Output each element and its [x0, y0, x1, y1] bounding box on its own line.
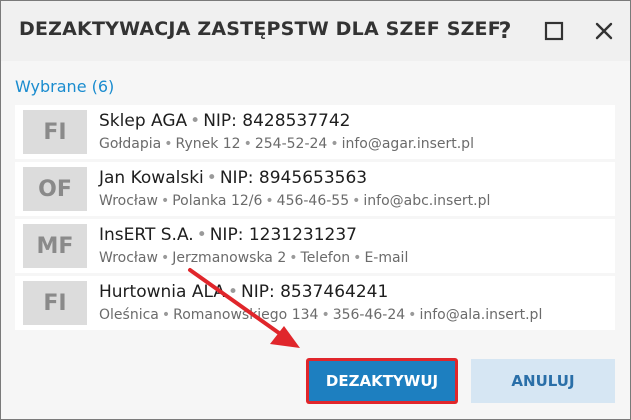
item-phone: Telefon	[300, 250, 351, 266]
item-phone: 254-52-24	[254, 136, 328, 152]
item-details: Wrocław • Jerzmanowska 2 • Telefon • E-mail	[99, 250, 409, 266]
dialog-title: DEZAKTYWACJA ZASTĘPSTW DLA SZEF SZEF	[19, 18, 501, 40]
cancel-button[interactable]: ANULUJ	[471, 359, 615, 403]
list-item[interactable]: MF InsERT S.A. • NIP: 1231231237 Wrocław • J…	[15, 219, 615, 273]
item-city: Wrocław	[99, 250, 158, 266]
item-street: Romanowskiego 134	[173, 307, 319, 323]
item-city: Wrocław	[99, 193, 158, 209]
help-button[interactable]: ?	[487, 13, 523, 49]
item-street: Polanka 12/6	[172, 193, 263, 209]
entity-type-badge: FI	[23, 281, 87, 325]
item-email: E-mail	[364, 250, 409, 266]
item-street: Jerzmanowska 2	[172, 250, 287, 266]
item-nip: NIP: 8945653563	[219, 168, 368, 188]
close-icon	[595, 22, 613, 40]
item-phone: 456-46-55	[276, 193, 350, 209]
item-title: InsERT S.A. • NIP: 1231231237	[99, 225, 357, 245]
dialog-content: Wybrane (6) FI Sklep AGA • NIP: 8428537742…	[1, 61, 630, 419]
item-title: Hurtownia ALA • NIP: 8537464241	[99, 282, 389, 302]
title-bar: DEZAKTYWACJA ZASTĘPSTW DLA SZEF SZEF ?	[1, 1, 630, 61]
deactivation-dialog: DEZAKTYWACJA ZASTĘPSTW DLA SZEF SZEF ? W…	[0, 0, 631, 420]
item-name: InsERT S.A.	[99, 225, 194, 245]
maximize-button[interactable]	[536, 13, 572, 49]
item-details: Oleśnica • Romanowskiego 134 • 356-46-24 • inf…	[99, 307, 543, 323]
item-email: info@abc.insert.pl	[363, 193, 491, 209]
item-name: Sklep AGA	[99, 111, 188, 131]
deactivate-button[interactable]: DEZAKTYWUJ	[307, 359, 457, 403]
list-item[interactable]: FI Sklep AGA • NIP: 8428537742 Gołdapia • Ry…	[15, 105, 615, 159]
item-email: info@agar.insert.pl	[341, 136, 474, 152]
entity-type-badge: FI	[23, 110, 87, 154]
item-details: Wrocław • Polanka 12/6 • 456-46-55 • info@abc.…	[99, 193, 491, 209]
item-nip: NIP: 8428537742	[203, 111, 351, 131]
item-city: Oleśnica	[99, 307, 159, 323]
selected-list: FI Sklep AGA • NIP: 8428537742 Gołdapia • Ry…	[15, 105, 615, 333]
item-title: Sklep AGA • NIP: 8428537742	[99, 111, 351, 131]
item-phone: 356-46-24	[332, 307, 406, 323]
maximize-icon	[544, 21, 564, 41]
item-details: Gołdapia • Rynek 12 • 254-52-24 • info@agar.in…	[99, 136, 474, 152]
help-icon: ?	[498, 18, 512, 44]
list-item[interactable]: OF Jan Kowalski • NIP: 8945653563 Wrocław •…	[15, 162, 615, 216]
item-title: Jan Kowalski • NIP: 8945653563	[99, 168, 368, 188]
item-name: Jan Kowalski	[99, 168, 204, 188]
list-item[interactable]: FI Hurtownia ALA • NIP: 8537464241 Oleśnic…	[15, 276, 615, 330]
entity-type-badge: OF	[23, 167, 87, 211]
selected-count-label: Wybrane (6)	[15, 77, 115, 96]
item-email: info@ala.insert.pl	[419, 307, 543, 323]
item-street: Rynek 12	[175, 136, 241, 152]
item-name: Hurtownia ALA	[99, 282, 225, 302]
item-nip: NIP: 8537464241	[241, 282, 389, 302]
entity-type-badge: MF	[23, 224, 87, 268]
item-city: Gołdapia	[99, 136, 162, 152]
close-button[interactable]	[586, 13, 622, 49]
item-nip: NIP: 1231231237	[209, 225, 357, 245]
